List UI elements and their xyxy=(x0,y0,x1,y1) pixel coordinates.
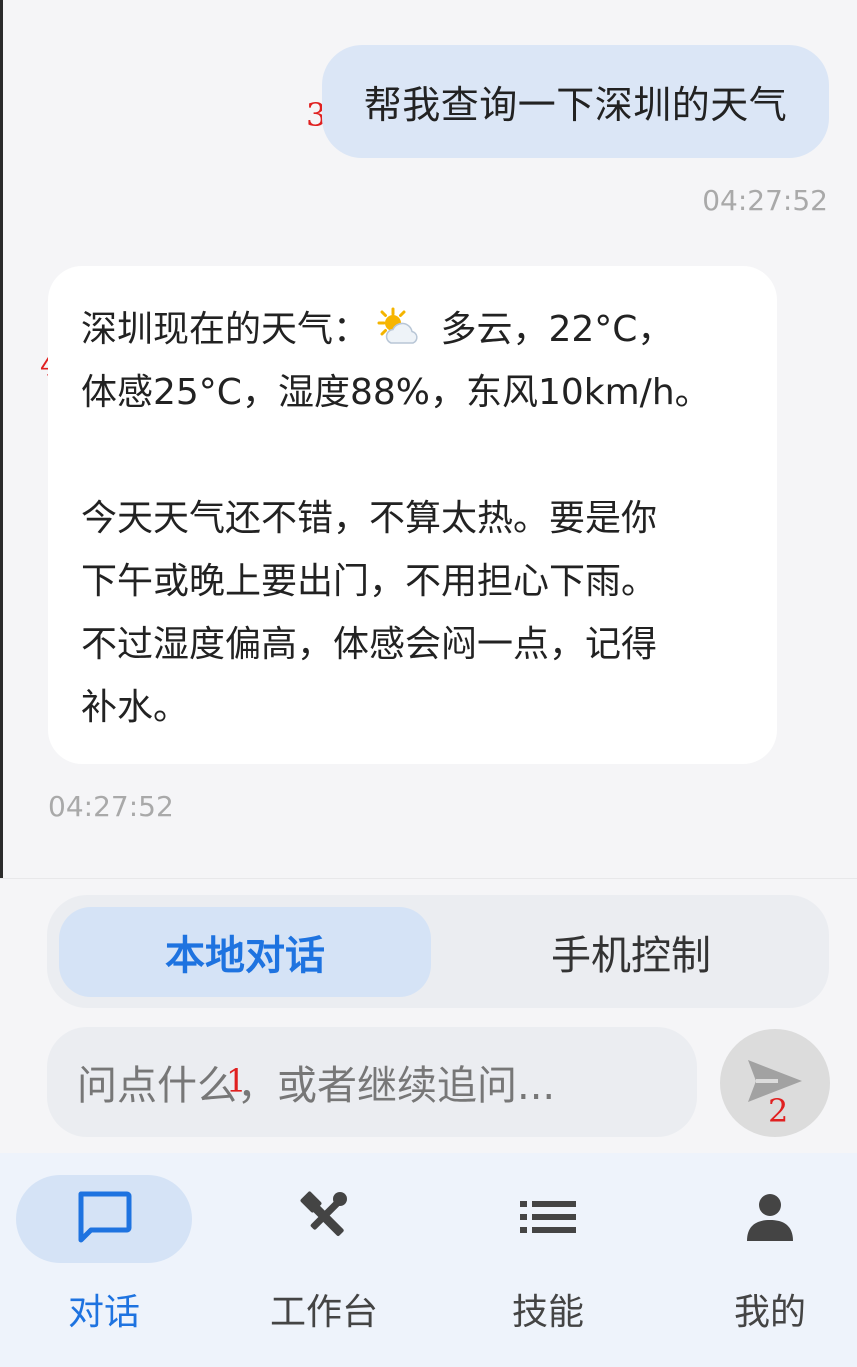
person-icon xyxy=(745,1191,795,1247)
bot-message-bubble[interactable]: 深圳现在的天气： 多云，22°C， 体感25°C，湿度88%，东风10km/h。… xyxy=(48,266,777,764)
nav-icon-container xyxy=(682,1175,857,1263)
bot-message-line: 深圳现在的天气： 多云，22°C， xyxy=(81,298,743,361)
bot-message-line: 补水。 xyxy=(81,687,190,728)
tools-icon xyxy=(296,1189,352,1249)
nav-item-profile[interactable]: 我的 xyxy=(680,1175,857,1345)
nav-icon-container xyxy=(16,1175,192,1263)
bot-message-line: 今天天气还不错，不算太热。要是你 xyxy=(81,498,658,539)
nav-icon-container xyxy=(236,1175,412,1263)
nav-item-chat[interactable]: 对话 xyxy=(14,1175,194,1345)
message-input[interactable]: 问点什么，或者继续追问... xyxy=(47,1027,697,1137)
user-message-bubble[interactable]: 帮我查询一下深圳的天气 xyxy=(322,45,829,158)
bot-text-segment: 多云，22°C， xyxy=(429,309,674,350)
user-message-time: 04:27:52 xyxy=(702,184,828,217)
message-input-placeholder: 问点什么，或者继续追问... xyxy=(77,1063,556,1109)
nav-label-workbench: 工作台 xyxy=(269,1292,378,1333)
mode-phone-control-button[interactable]: 手机控制 xyxy=(445,907,817,997)
bot-text-segment: 深圳现在的天气： xyxy=(81,309,370,350)
nav-item-skills[interactable]: 技能 xyxy=(458,1175,638,1345)
annotation-marker-2: 2 xyxy=(768,1092,789,1130)
annotation-marker-1: 1 xyxy=(226,1062,247,1100)
chat-area[interactable]: 3 帮我查询一下深圳的天气 04:27:52 4 深圳现在的天气： 多云，22°… xyxy=(0,0,857,878)
nav-label-profile: 我的 xyxy=(733,1292,806,1333)
bot-message-line: 不过湿度偏高，体感会闷一点，记得 xyxy=(81,624,658,665)
mode-local-chat-button[interactable]: 本地对话 xyxy=(59,907,431,997)
app-root: 3 帮我查询一下深圳的天气 04:27:52 4 深圳现在的天气： 多云，22°… xyxy=(0,0,857,1367)
user-message-text: 帮我查询一下深圳的天气 xyxy=(363,83,788,127)
nav-label-chat: 对话 xyxy=(67,1292,140,1333)
list-icon xyxy=(520,1197,576,1241)
bot-message-time: 04:27:52 xyxy=(48,790,174,823)
bot-message-line: 体感25°C，湿度88%，东风10km/h。 xyxy=(81,372,711,413)
nav-label-skills: 技能 xyxy=(511,1292,584,1333)
nav-item-workbench[interactable]: 工作台 xyxy=(234,1175,414,1345)
mode-toggle: 本地对话 手机控制 xyxy=(47,895,829,1008)
chat-bubble-icon xyxy=(75,1190,133,1248)
bot-message-line: 下午或晚上要出门，不用担心下雨。 xyxy=(81,561,658,602)
sun-behind-cloud-icon xyxy=(375,304,423,344)
nav-icon-container xyxy=(460,1175,636,1263)
bottom-nav: 对话 工作台 技能 我的 xyxy=(0,1153,857,1367)
